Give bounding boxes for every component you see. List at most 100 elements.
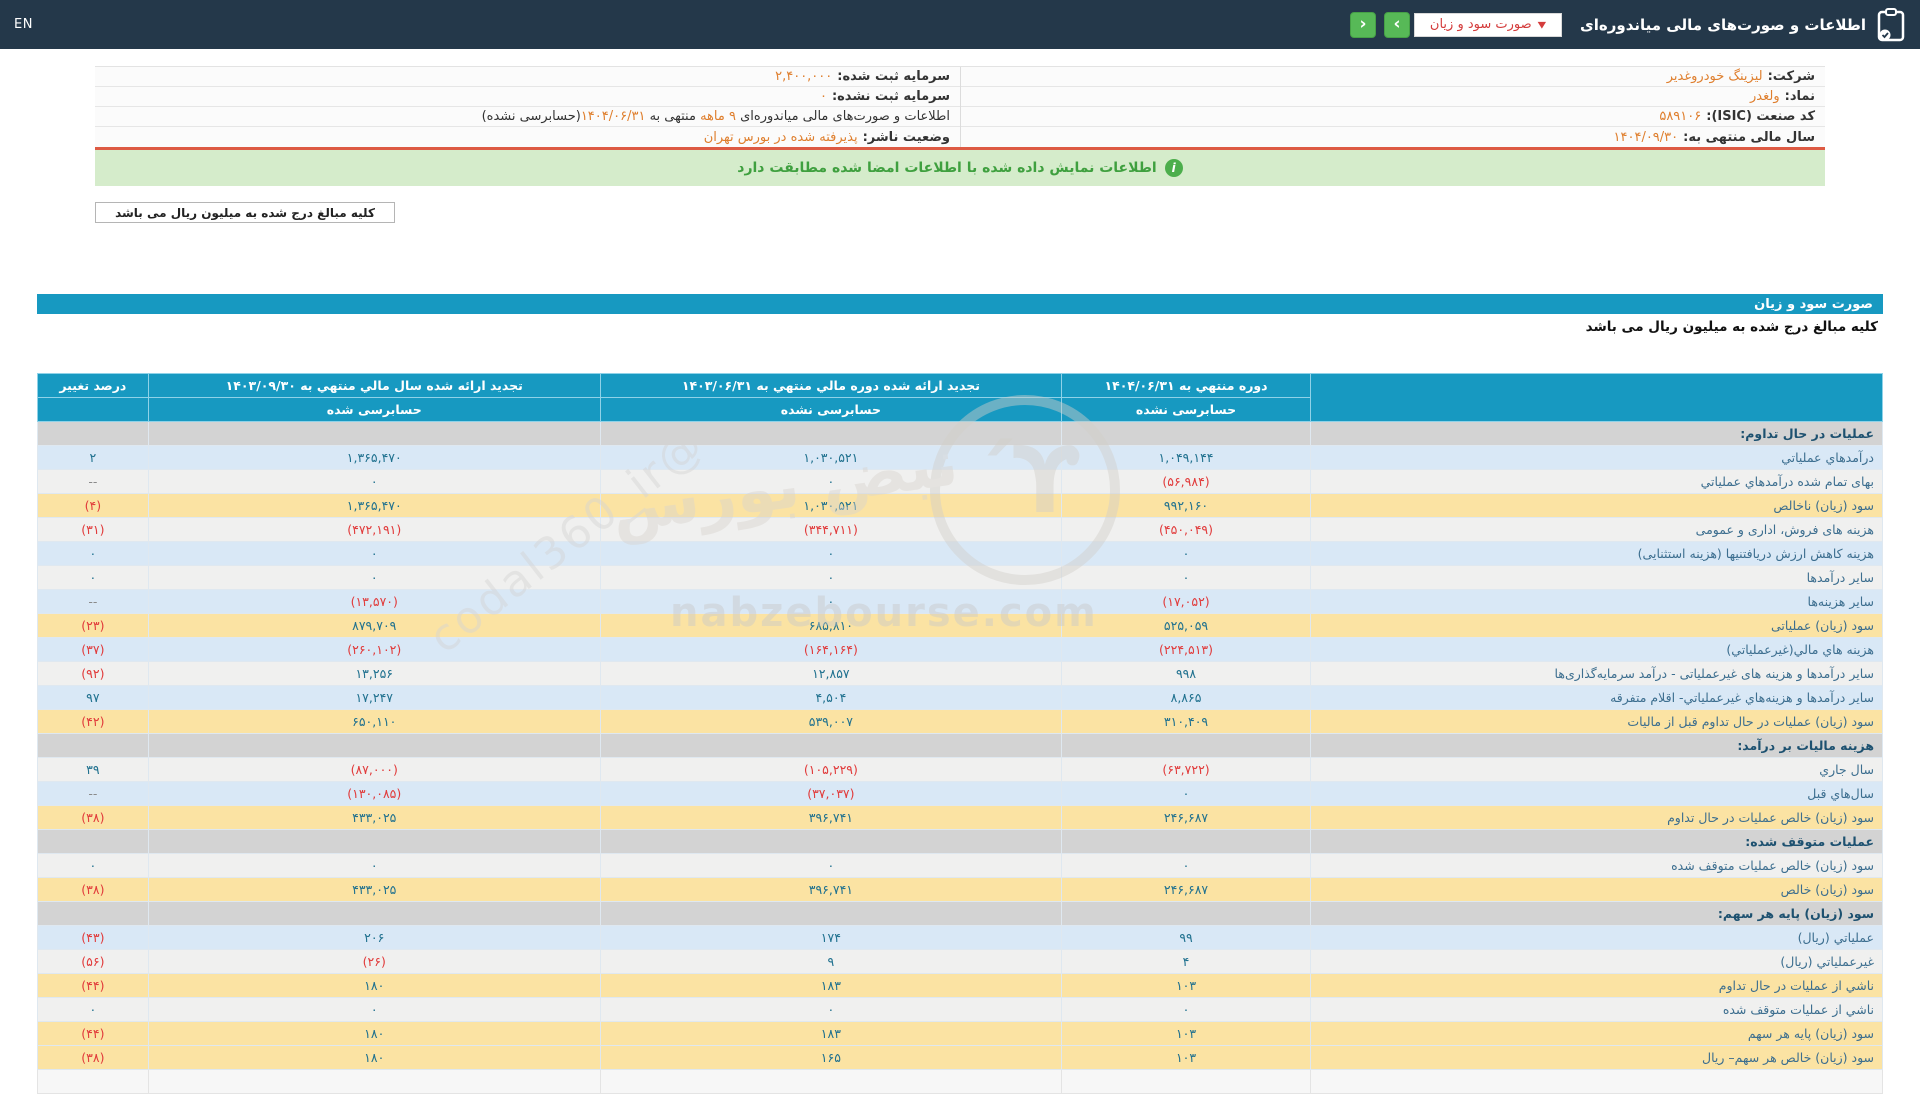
section-header-row: عملیات در حال تداوم: <box>38 422 1883 446</box>
statement-section-bar: صورت سود و زیان <box>37 294 1883 314</box>
cell-value: ۰ <box>1062 542 1311 566</box>
cell-value: (۳۸) <box>38 806 149 830</box>
cell-label: سود (زیان) خالص <box>1311 878 1883 902</box>
cell-value: (۳۴۴,۷۱۱) <box>600 518 1061 542</box>
cell-value: (۲۶۰,۱۰۲) <box>148 638 600 662</box>
publisher-status-row: وضعیت ناشر: پذیرفته شده در بورس تهران <box>95 127 960 147</box>
cell-value <box>600 1070 1061 1094</box>
cell-value <box>1062 734 1311 758</box>
cell-label: سود (زیان) خالص هر سهم– ریال <box>1311 1046 1883 1070</box>
table-row: سال جاري(۶۳,۷۲۲)(۱۰۵,۲۲۹)(۸۷,۰۰۰)۳۹ <box>38 758 1883 782</box>
statement-type-dropdown[interactable]: ▼ صورت سود و زیان <box>1414 13 1562 37</box>
unregistered-capital-row: سرمایه ثبت نشده: ۰ <box>95 87 960 107</box>
signature-match-text: اطلاعات نمایش داده شده با اطلاعات امضا ش… <box>737 160 1156 176</box>
cell-value: ۱,۳۶۵,۴۷۰ <box>148 446 600 470</box>
cell-label: سال جاري <box>1311 758 1883 782</box>
cell-value: (۲۳) <box>38 614 149 638</box>
table-row: سود (زیان) خالص عملیات متوقف شده۰۰۰۰ <box>38 854 1883 878</box>
section-header-label: عملیات متوقف شده: <box>1311 830 1883 854</box>
table-row: غیرعملیاتي (ریال)۴۹(۲۶)(۵۶) <box>38 950 1883 974</box>
unregistered-capital-value: ۰ <box>820 89 827 104</box>
cell-value: -- <box>38 470 149 494</box>
table-row: سود (زیان) خالص هر سهم– ریال۱۰۳۱۶۵۱۸۰(۳۸… <box>38 1046 1883 1070</box>
cell-value: ۵۳۹,۰۰۷ <box>600 710 1061 734</box>
table-row: سود (زیان) عملیات در حال تداوم قبل از ما… <box>38 710 1883 734</box>
cell-label: بهای تمام شده درآمدهاي عملياتي <box>1311 470 1883 494</box>
cell-label: درآمدهاي عملياتي <box>1311 446 1883 470</box>
cell-value: ۰ <box>148 998 600 1022</box>
cell-label: سود (زیان) پایه هر سهم <box>1311 1022 1883 1046</box>
cell-value: ۰ <box>1062 566 1311 590</box>
cell-value: ۰ <box>148 542 600 566</box>
cell-value <box>1062 1070 1311 1094</box>
company-value: لیزینگ خودروغدیر <box>1667 69 1763 84</box>
cell-label: ناشي از عملیات در حال تداوم <box>1311 974 1883 998</box>
statement-section-title: صورت سود و زیان <box>1754 297 1883 312</box>
cell-value: ۱۸۰ <box>148 974 600 998</box>
cell-value: (۱۶۴,۱۶۴) <box>600 638 1061 662</box>
cell-value: ۱,۰۳۰,۵۲۱ <box>600 446 1061 470</box>
cell-label: سایر درآمدها و هزینه های غیرعملیاتی - در… <box>1311 662 1883 686</box>
cell-value: ۵۲۵,۰۵۹ <box>1062 614 1311 638</box>
cell-value: ۰ <box>38 854 149 878</box>
symbol-row: نماد: ولغدر <box>961 87 1825 107</box>
table-row: بهای تمام شده درآمدهاي عملياتي(۵۶,۹۸۴)۰۰… <box>38 470 1883 494</box>
cell-value: ۰ <box>600 854 1061 878</box>
profit-loss-table-wrap: دوره منتهي به ۱۴۰۴/۰۶/۳۱ تجدید ارائه شده … <box>37 373 1883 1094</box>
cell-value: ۰ <box>38 566 149 590</box>
table-row: سود (زیان) پایه هر سهم۱۰۳۱۸۳۱۸۰(۴۴) <box>38 1022 1883 1046</box>
cell-value: ۴۳۳,۰۲۵ <box>148 878 600 902</box>
table-row: سایر هزینه‌ها(۱۷,۰۵۲)۰(۱۳,۵۷۰)-- <box>38 590 1883 614</box>
table-row: سود (زیان) خالص۲۴۶,۶۸۷۳۹۶,۷۴۱۴۳۳,۰۲۵(۳۸) <box>38 878 1883 902</box>
cell-value: ۱۸۳ <box>600 1022 1061 1046</box>
fiscal-year-label: سال مالی منتهی به: <box>1683 130 1815 145</box>
cell-value: ۸۷۹,۷۰۹ <box>148 614 600 638</box>
clipboard-report-icon <box>1876 8 1906 42</box>
cell-value: ۰ <box>148 470 600 494</box>
language-toggle-en[interactable]: EN <box>14 17 33 32</box>
period-audit-status: (حسابرسی نشده) <box>482 109 581 124</box>
cell-label: عملیاتي (ریال) <box>1311 926 1883 950</box>
period-months: ۹ ماهه <box>700 109 736 124</box>
cell-value: (۴۷۲,۱۹۱) <box>148 518 600 542</box>
cell-value: -- <box>38 590 149 614</box>
page-title: اطلاعات و صورت‌های مالی میاندوره‌ای <box>1580 16 1866 34</box>
col-header-period-1: دوره منتهي به ۱۴۰۴/۰۶/۳۱ <box>1062 374 1311 398</box>
company-info-panel: شرکت: لیزینگ خودروغدیر نماد: ولغدر کد صن… <box>95 66 1825 150</box>
cell-value: ۱۳,۲۵۶ <box>148 662 600 686</box>
cell-label: سود (زیان) عملیات در حال تداوم قبل از ما… <box>1311 710 1883 734</box>
section-header-label: هزینه مالیات بر درآمد: <box>1311 734 1883 758</box>
next-statement-button[interactable]: › <box>1384 12 1410 38</box>
period-middle: منتهی به <box>650 109 696 124</box>
period-row: اطلاعات و صورت‌های مالی میاندوره‌ای ۹ ما… <box>95 107 960 127</box>
cell-value: ۱۸۳ <box>600 974 1061 998</box>
cell-value: ۰ <box>600 998 1061 1022</box>
cell-value: ۰ <box>38 542 149 566</box>
previous-statement-button[interactable]: ‹ <box>1350 12 1376 38</box>
col-subheader-audit-3: حسابرسی شده <box>148 398 600 422</box>
cell-value: ۱۸۰ <box>148 1022 600 1046</box>
table-row: هزینه هاي مالي(غیرعملیاتي)(۲۲۴,۵۱۳)(۱۶۴,… <box>38 638 1883 662</box>
section-header-row: سود (زیان) پایه هر سهم: <box>38 902 1883 926</box>
cell-value <box>38 734 149 758</box>
cell-label: سود (زیان) عملیاتی <box>1311 614 1883 638</box>
clipped-bottom-row <box>38 1070 1883 1094</box>
table-row: سایر درآمدها و هزینه‌هاي غیرعملیاتي- اقل… <box>38 686 1883 710</box>
cell-value: (۴۵۰,۰۴۹) <box>1062 518 1311 542</box>
fiscal-year-value: ۱۴۰۴/۰۹/۳۰ <box>1614 130 1679 145</box>
cell-value: (۴۴) <box>38 1022 149 1046</box>
cell-value: ۳۹۶,۷۴۱ <box>600 878 1061 902</box>
table-row: سایر درآمدها و هزینه های غیرعملیاتی - در… <box>38 662 1883 686</box>
cell-value: (۴۳) <box>38 926 149 950</box>
chevron-down-icon: ▼ <box>1538 19 1546 29</box>
cell-value: (۲۲۴,۵۱۳) <box>1062 638 1311 662</box>
col-header-description <box>1311 374 1883 422</box>
cell-value: ۰ <box>1062 854 1311 878</box>
table-row: هزینه کاهش ارزش دریافتنیها (هزینه استثنا… <box>38 542 1883 566</box>
unregistered-capital-label: سرمایه ثبت نشده: <box>832 89 950 104</box>
col-header-period-3: تجدید ارائه شده سال مالي منتهي به ۱۴۰۳/۰… <box>148 374 600 398</box>
cell-value: ۰ <box>600 542 1061 566</box>
cell-value: ۱۸۰ <box>148 1046 600 1070</box>
col-subheader-percent-change <box>38 398 149 422</box>
cell-label: سود (زیان) ناخالص <box>1311 494 1883 518</box>
